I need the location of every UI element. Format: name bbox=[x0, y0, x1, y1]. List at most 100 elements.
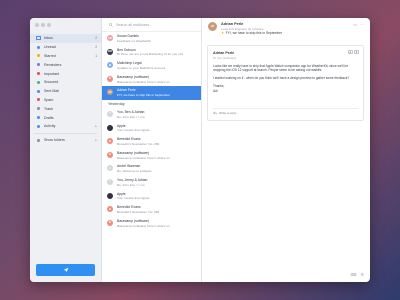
sidebar-item-important[interactable]: Important bbox=[30, 69, 101, 78]
sidebar-item-inbox[interactable]: Inbox 2 bbox=[30, 34, 101, 43]
message-sender: Ben Dobson bbox=[117, 47, 136, 52]
message-row[interactable]: A André Waxman Re: Welcome to software bbox=[102, 162, 201, 176]
message-row[interactable]: M Mailchimp Legal Updates to your Mailchim… bbox=[102, 59, 201, 73]
section-header-yesterday: Yesterday bbox=[108, 101, 125, 106]
message-row[interactable]: B Benedict Evans Benedict's Newsletter: No… bbox=[102, 203, 201, 217]
avatar bbox=[107, 192, 113, 199]
unread-count-badge: 1 bbox=[95, 53, 97, 58]
message-row[interactable]: AP Adrian Perle FYI, we have to ship this … bbox=[102, 86, 201, 100]
inbox-icon bbox=[36, 36, 41, 41]
search-bar[interactable]: Search all mailboxes... bbox=[102, 18, 201, 32]
message-text: Apple Your invoice from Apple. bbox=[117, 124, 198, 133]
minimize-window-button[interactable] bbox=[41, 23, 45, 27]
reply-arrow-icon bbox=[213, 111, 217, 114]
close-window-button[interactable] bbox=[35, 23, 39, 27]
sender-title: Lead iOS Engineer @ software bbox=[221, 26, 264, 31]
sidebar-item-label: Drafts bbox=[44, 115, 54, 120]
message-text: You, Ben & Adrian Re: Intro Kav <> me bbox=[117, 110, 198, 119]
message-text: Basecamp (software) Basecamp (software) H… bbox=[117, 219, 198, 228]
message-row[interactable]: Y You, Ben & Adrian Re: Intro Kav <> me bbox=[102, 108, 201, 122]
snoozed-icon bbox=[36, 80, 41, 84]
unread-icon bbox=[36, 45, 41, 49]
avatar: AP bbox=[107, 89, 113, 96]
star-icon[interactable]: ★ bbox=[221, 31, 224, 35]
email-controls: ◂ ▾ bbox=[347, 50, 359, 54]
thread-header-text: Adrian Perle Lead iOS Engineer @ softwar… bbox=[221, 22, 282, 35]
more-icon[interactable]: ⋯ bbox=[360, 22, 364, 27]
subject-text: FYI, we have to ship this in September bbox=[225, 31, 283, 36]
message-row[interactable]: Apple Your invoice from Apple. bbox=[102, 122, 201, 136]
reply-placeholder: Write a reply... bbox=[219, 110, 239, 115]
sidebar-item-label: Starred bbox=[44, 53, 56, 58]
message-text: Basecamp (software) Basecamp (software) H… bbox=[117, 151, 198, 160]
sidebar-item-unread[interactable]: Unread 2 bbox=[30, 43, 101, 52]
message-text: Apple Your invoice from Apple. bbox=[117, 192, 198, 201]
avatar: B bbox=[107, 75, 113, 82]
sidebar-item-reminders[interactable]: Reminders bbox=[30, 60, 101, 69]
sidebar-item-trash[interactable]: Trash bbox=[30, 104, 101, 113]
message-preview: Basecamp (software) Here's what's on bbox=[117, 79, 170, 84]
sidebar-item-starred[interactable]: Starred 1 bbox=[30, 52, 101, 61]
message-sender: Susan Daniels bbox=[117, 34, 139, 38]
email-card: Adrian Perle To You (software) ◂ ▾ Looks… bbox=[207, 45, 364, 121]
message-row[interactable]: B Benedict Evans Benedict's Newsletter: No… bbox=[102, 135, 201, 149]
message-text: Susan Daniels Feedback on WeatherKit bbox=[117, 34, 198, 43]
message-row[interactable]: BD Ben Dobson Hi there, we are a new Mails… bbox=[102, 46, 201, 60]
email-paragraph: Looks like we really have to ship that A… bbox=[213, 63, 349, 72]
sidebar-item-label: Inbox bbox=[44, 36, 53, 41]
message-preview: FYI, we have to ship this in September bbox=[117, 93, 170, 98]
message-text: Benedict Evans Benedict's Newsletter: No.… bbox=[117, 137, 198, 146]
avatar: A bbox=[107, 165, 113, 172]
sidebar-item-label: Activity bbox=[44, 124, 56, 129]
message-row[interactable]: B Basecamp (software) Basecamp (software) … bbox=[102, 73, 201, 87]
today-messages: SD Susan Daniels Feedback on WeatherKit BD B… bbox=[102, 32, 201, 100]
compose-button[interactable] bbox=[36, 264, 95, 276]
message-row[interactable]: SD Susan Daniels Feedback on WeatherKit bbox=[102, 32, 201, 46]
spam-icon bbox=[36, 98, 41, 102]
sidebar-item-activity[interactable]: Activity ▸ bbox=[30, 122, 101, 131]
sidebar-item-label: Snoozed bbox=[44, 80, 59, 85]
message-row[interactable]: Apple Your invoice from Apple. bbox=[102, 190, 201, 204]
sidebar: Inbox 2 Unread 2 Starred 1 Reminders Important S… bbox=[30, 18, 102, 282]
avatar: AP bbox=[208, 22, 217, 31]
send-icon bbox=[63, 267, 68, 273]
message-row[interactable]: B Basecamp (software) Basecamp (software) … bbox=[102, 149, 201, 163]
message-sender: Apple bbox=[117, 191, 126, 196]
message-preview: Your invoice from Apple. bbox=[117, 128, 151, 133]
chevron-down-icon[interactable]: ▾ bbox=[354, 50, 359, 54]
avatar: B bbox=[107, 206, 113, 213]
archive-icon[interactable]: ▭ bbox=[353, 22, 357, 27]
message-preview: Basecamp (software) Here's what's on bbox=[117, 155, 170, 160]
settings-icon[interactable]: ⚙ bbox=[360, 272, 364, 277]
search-input[interactable]: Search all mailboxes... bbox=[116, 23, 152, 27]
thread-subject: ★ FYI, we have to ship this in September bbox=[221, 31, 282, 35]
sidebar-item-spam[interactable]: Spam bbox=[30, 96, 101, 105]
message-preview: Benedict's Newsletter: No. 280 bbox=[117, 209, 160, 214]
show-folders-toggle[interactable]: Show folders ▸ bbox=[30, 136, 101, 145]
message-sender: André Waxman bbox=[117, 164, 141, 169]
message-preview: Re: Intro Kav <> me bbox=[117, 114, 145, 119]
sidebar-item-label: Important bbox=[44, 71, 60, 76]
sidebar-item-snoozed[interactable]: Snoozed bbox=[30, 78, 101, 87]
message-preview: Your invoice from Apple. bbox=[117, 196, 151, 201]
reply-box[interactable]: Write a reply... bbox=[213, 108, 358, 116]
reply-icon[interactable]: ◂ bbox=[347, 50, 353, 54]
message-sender: Basecamp (software) bbox=[117, 74, 150, 79]
zoom-window-button[interactable] bbox=[47, 23, 51, 27]
reminders-icon bbox=[36, 63, 41, 67]
message-sender: You, Jenny & Adrian bbox=[117, 177, 148, 182]
message-sender: Basecamp (software) bbox=[117, 150, 150, 155]
thread-actions: ▭ ⋯ bbox=[353, 22, 364, 27]
message-row[interactable]: Y You, Jenny & Adrian Re: Intro Kav <> me bbox=[102, 176, 201, 190]
bottom-toolbar: ⌨ ⚙ bbox=[351, 272, 364, 277]
drafts-icon bbox=[36, 115, 41, 120]
keyboard-icon[interactable]: ⌨ bbox=[351, 272, 357, 277]
search-icon bbox=[109, 22, 113, 27]
chevron-right-icon: ▸ bbox=[95, 138, 97, 143]
sidebar-divider bbox=[34, 132, 97, 134]
email-body: Looks like we really have to ship that A… bbox=[213, 64, 358, 93]
message-row[interactable]: B Basecamp (software) Basecamp (software) … bbox=[102, 217, 201, 231]
avatar: B bbox=[107, 138, 113, 145]
sidebar-item-drafts[interactable]: Drafts bbox=[30, 113, 101, 122]
sidebar-item-sent-mail[interactable]: Sent Mail bbox=[30, 87, 101, 96]
